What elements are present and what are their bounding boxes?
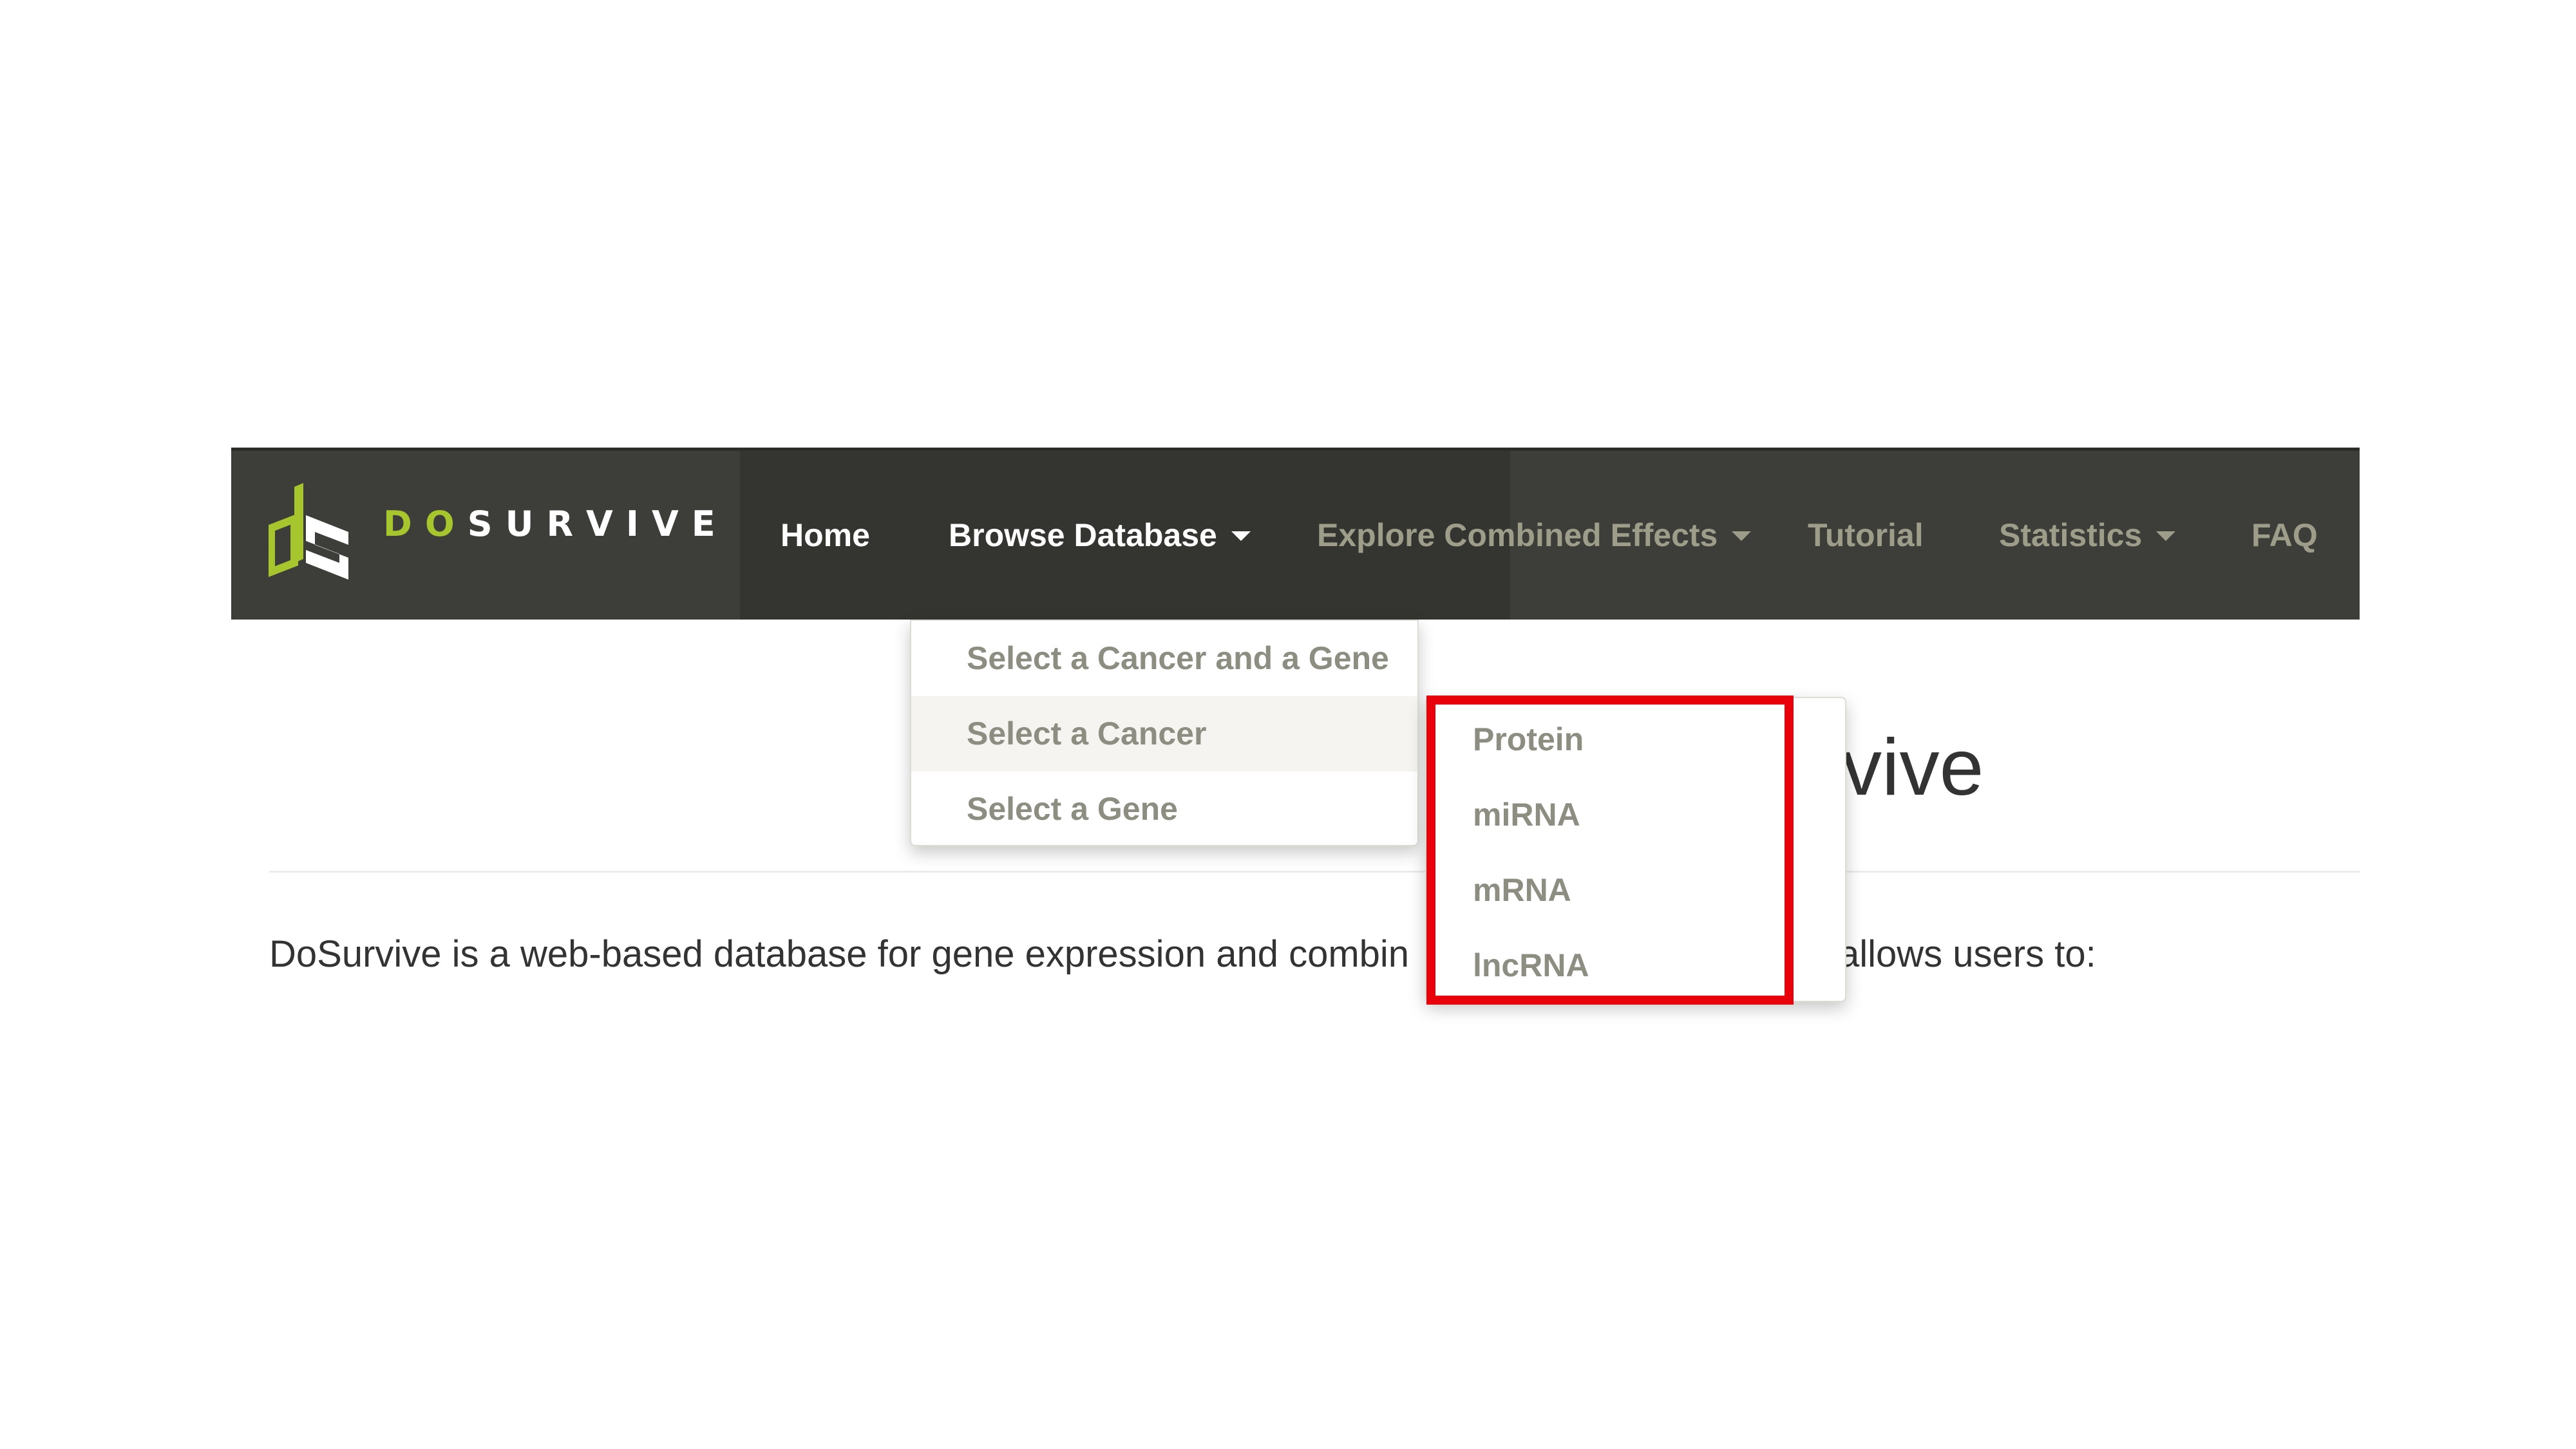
- nav-tutorial[interactable]: Tutorial: [1808, 451, 1924, 620]
- highlight-annotation-box: [1426, 696, 1794, 1005]
- nav-statistics-label: Statistics: [1999, 517, 2143, 553]
- brand-wordmark: DOSURVIVE: [383, 504, 728, 544]
- divider: [269, 871, 2360, 873]
- nav-home-label: Home: [781, 517, 870, 553]
- caret-down-icon: [2156, 531, 2176, 542]
- nav-faq-label: FAQ: [2251, 517, 2318, 553]
- top-navbar: DOSURVIVE Home Browse Database Explore C…: [231, 448, 2360, 620]
- dosurvive-logo-icon: [269, 483, 348, 580]
- nav-browse-database[interactable]: Browse Database: [949, 451, 1251, 620]
- nav-faq[interactable]: FAQ: [2251, 451, 2318, 620]
- nav-explore-combined-effects-label: Explore Combined Effects: [1317, 517, 1718, 553]
- caret-down-icon: [1231, 531, 1251, 542]
- menu-item-select-cancer[interactable]: Select a Cancer: [911, 696, 1417, 772]
- nav-explore-combined-effects[interactable]: Explore Combined Effects: [1317, 451, 1752, 620]
- menu-item-select-gene[interactable]: Select a Gene: [911, 772, 1417, 847]
- intro-text: DoSurvive is a web-based database for ge…: [269, 933, 1410, 975]
- screenshot-stage: vive DoSurvive is a web-based database f…: [0, 0, 2576, 1449]
- menu-item-select-cancer-and-gene[interactable]: Select a Cancer and a Gene: [911, 621, 1417, 696]
- nav-statistics[interactable]: Statistics: [1999, 451, 2176, 620]
- brand-logo-link[interactable]: DOSURVIVE: [231, 451, 740, 620]
- browse-database-dropdown: Select a Cancer and a Gene Select a Canc…: [910, 620, 1419, 846]
- nav-browse-database-label: Browse Database: [949, 517, 1217, 553]
- nav-tutorial-label: Tutorial: [1808, 517, 1924, 553]
- caret-down-icon: [1732, 531, 1752, 542]
- page-title: vive: [1842, 723, 1984, 812]
- intro-text-continued: allows users to:: [1839, 933, 2096, 975]
- nav-home[interactable]: Home: [781, 451, 870, 620]
